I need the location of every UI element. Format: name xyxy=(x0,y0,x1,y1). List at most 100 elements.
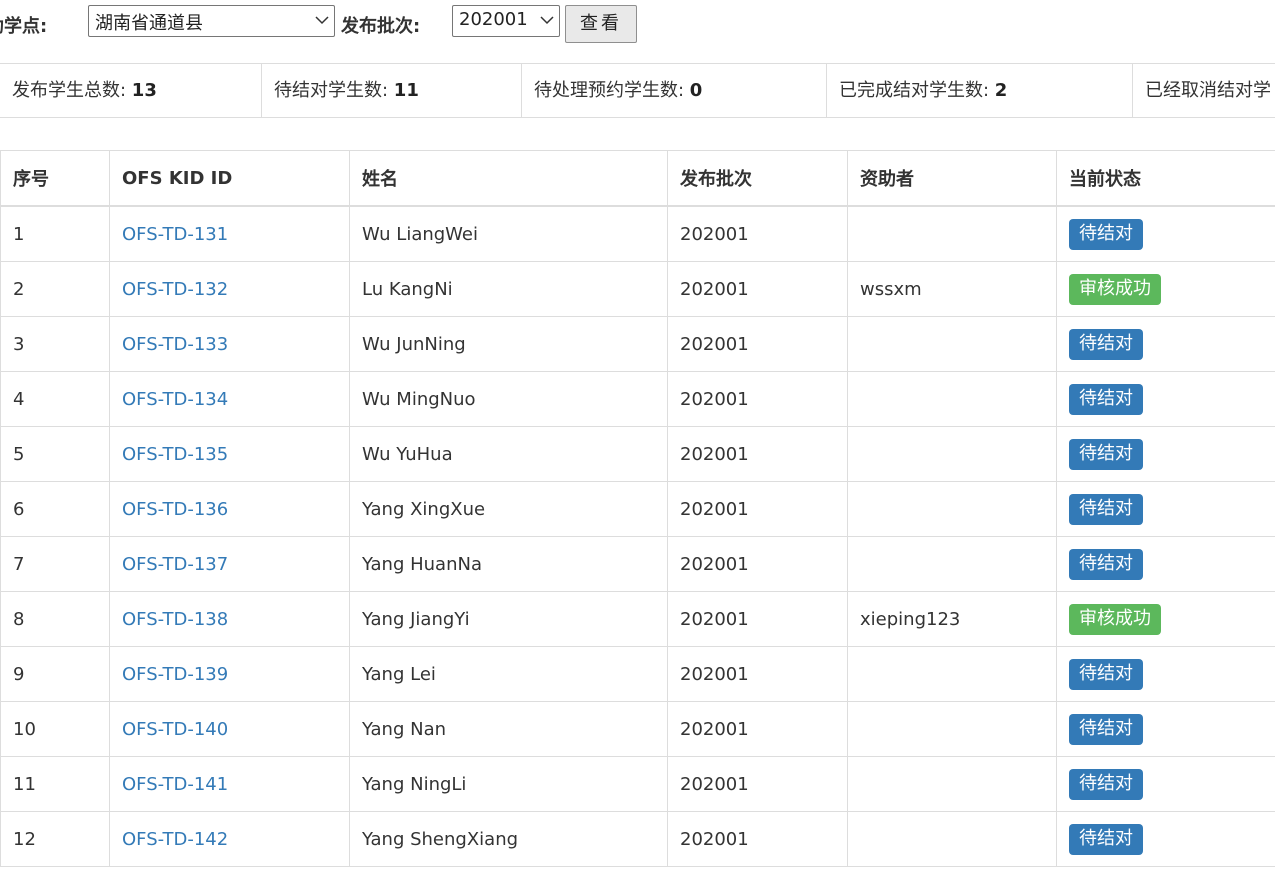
header-batch: 发布批次 xyxy=(667,150,848,207)
row-kid-id-cell: OFS-TD-131 xyxy=(109,205,350,262)
table-row: 5 OFS-TD-135 Wu YuHua 202001 待结对 xyxy=(0,426,1275,482)
row-no: 5 xyxy=(0,426,110,482)
row-batch: 202001 xyxy=(667,646,848,702)
row-status-cell: 审核成功 xyxy=(1056,261,1275,317)
row-name: Yang Nan xyxy=(349,701,668,757)
row-name: Yang XingXue xyxy=(349,481,668,537)
site-label: 助学点: xyxy=(0,16,48,37)
row-no: 6 xyxy=(0,481,110,537)
stat-pending-appointment: 待处理预约学生数: 0 xyxy=(522,64,827,117)
row-name: Yang NingLi xyxy=(349,756,668,812)
row-no: 2 xyxy=(0,261,110,317)
kid-id-link[interactable]: OFS-TD-137 xyxy=(122,554,228,575)
row-no: 12 xyxy=(0,811,110,867)
row-status-cell: 待结对 xyxy=(1056,646,1275,702)
row-batch: 202001 xyxy=(667,316,848,372)
kid-id-link[interactable]: OFS-TD-132 xyxy=(122,279,228,300)
table-row: 12 OFS-TD-142 Yang ShengXiang 202001 待结对 xyxy=(0,811,1275,867)
status-badge: 待结对 xyxy=(1069,768,1143,800)
row-kid-id-cell: OFS-TD-136 xyxy=(109,481,350,537)
row-no: 1 xyxy=(0,205,110,262)
chevron-down-icon xyxy=(540,16,554,25)
kid-id-link[interactable]: OFS-TD-140 xyxy=(122,719,228,740)
view-button[interactable]: 查看 xyxy=(565,5,637,43)
row-batch: 202001 xyxy=(667,591,848,647)
row-sponsor xyxy=(847,811,1057,867)
row-batch: 202001 xyxy=(667,371,848,427)
row-sponsor xyxy=(847,646,1057,702)
table-row: 7 OFS-TD-137 Yang HuanNa 202001 待结对 xyxy=(0,536,1275,592)
status-badge: 待结对 xyxy=(1069,328,1143,360)
batch-select[interactable]: 202001 xyxy=(452,5,560,37)
row-sponsor xyxy=(847,205,1057,262)
row-sponsor xyxy=(847,536,1057,592)
row-kid-id-cell: OFS-TD-133 xyxy=(109,316,350,372)
row-sponsor xyxy=(847,481,1057,537)
header-sponsor: 资助者 xyxy=(847,150,1057,207)
row-status-cell: 待结对 xyxy=(1056,811,1275,867)
row-name: Yang ShengXiang xyxy=(349,811,668,867)
batch-label: 发布批次: xyxy=(341,16,421,37)
row-name: Lu KangNi xyxy=(349,261,668,317)
row-status-cell: 待结对 xyxy=(1056,756,1275,812)
header-kid-id: OFS KID ID xyxy=(109,150,350,207)
stat-total-published: 发布学生总数: 13 xyxy=(0,64,262,117)
table-row: 2 OFS-TD-132 Lu KangNi 202001 wssxm 审核成功 xyxy=(0,261,1275,317)
row-name: Yang JiangYi xyxy=(349,591,668,647)
row-kid-id-cell: OFS-TD-135 xyxy=(109,426,350,482)
status-badge: 待结对 xyxy=(1069,438,1143,470)
row-status-cell: 待结对 xyxy=(1056,536,1275,592)
table-row: 11 OFS-TD-141 Yang NingLi 202001 待结对 xyxy=(0,756,1275,812)
row-sponsor: xieping123 xyxy=(847,591,1057,647)
row-name: Wu JunNing xyxy=(349,316,668,372)
row-batch: 202001 xyxy=(667,756,848,812)
stat-completed-pairing: 已完成结对学生数: 2 xyxy=(827,64,1133,117)
row-kid-id-cell: OFS-TD-140 xyxy=(109,701,350,757)
site-select-value: 湖南省通道县 xyxy=(95,13,203,34)
row-batch: 202001 xyxy=(667,261,848,317)
row-no: 7 xyxy=(0,536,110,592)
kid-id-link[interactable]: OFS-TD-134 xyxy=(122,389,228,410)
kid-id-link[interactable]: OFS-TD-139 xyxy=(122,664,228,685)
row-sponsor xyxy=(847,756,1057,812)
row-status-cell: 审核成功 xyxy=(1056,591,1275,647)
kid-id-link[interactable]: OFS-TD-142 xyxy=(122,829,228,850)
status-badge: 待结对 xyxy=(1069,548,1143,580)
row-sponsor xyxy=(847,701,1057,757)
kid-id-link[interactable]: OFS-TD-136 xyxy=(122,499,228,520)
row-status-cell: 待结对 xyxy=(1056,426,1275,482)
kid-id-link[interactable]: OFS-TD-141 xyxy=(122,774,228,795)
row-batch: 202001 xyxy=(667,536,848,592)
row-sponsor xyxy=(847,316,1057,372)
table-row: 4 OFS-TD-134 Wu MingNuo 202001 待结对 xyxy=(0,371,1275,427)
kid-id-link[interactable]: OFS-TD-131 xyxy=(122,224,228,245)
row-status-cell: 待结对 xyxy=(1056,205,1275,262)
row-status-cell: 待结对 xyxy=(1056,701,1275,757)
row-no: 4 xyxy=(0,371,110,427)
header-name: 姓名 xyxy=(349,150,668,207)
status-badge: 审核成功 xyxy=(1069,603,1161,635)
header-status: 当前状态 xyxy=(1056,150,1275,207)
row-name: Wu LiangWei xyxy=(349,205,668,262)
status-badge: 待结对 xyxy=(1069,658,1143,690)
row-name: Wu YuHua xyxy=(349,426,668,482)
table-row: 3 OFS-TD-133 Wu JunNing 202001 待结对 xyxy=(0,316,1275,372)
table-row: 1 OFS-TD-131 Wu LiangWei 202001 待结对 xyxy=(0,205,1275,262)
kid-id-link[interactable]: OFS-TD-133 xyxy=(122,334,228,355)
status-badge: 待结对 xyxy=(1069,218,1143,250)
row-kid-id-cell: OFS-TD-132 xyxy=(109,261,350,317)
kid-id-link[interactable]: OFS-TD-138 xyxy=(122,609,228,630)
row-name: Yang HuanNa xyxy=(349,536,668,592)
kid-id-link[interactable]: OFS-TD-135 xyxy=(122,444,228,465)
status-badge: 待结对 xyxy=(1069,823,1143,855)
row-batch: 202001 xyxy=(667,481,848,537)
status-badge: 待结对 xyxy=(1069,383,1143,415)
table-row: 9 OFS-TD-139 Yang Lei 202001 待结对 xyxy=(0,646,1275,702)
row-sponsor xyxy=(847,371,1057,427)
row-no: 3 xyxy=(0,316,110,372)
row-no: 8 xyxy=(0,591,110,647)
site-select[interactable]: 湖南省通道县 xyxy=(88,5,335,37)
status-badge: 待结对 xyxy=(1069,493,1143,525)
row-name: Wu MingNuo xyxy=(349,371,668,427)
row-sponsor: wssxm xyxy=(847,261,1057,317)
